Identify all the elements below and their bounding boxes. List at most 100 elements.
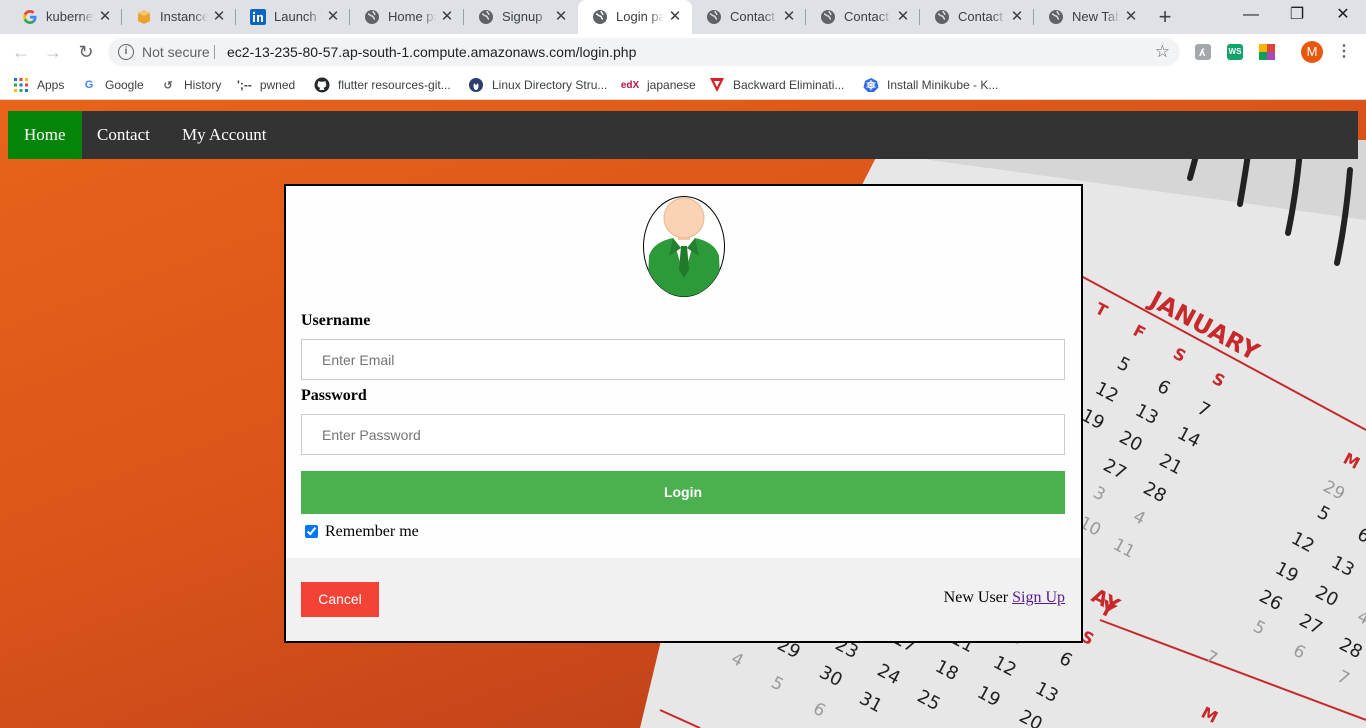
restore-icon[interactable]: ❐ bbox=[1274, 0, 1320, 30]
tab-title: Login pa bbox=[616, 9, 664, 24]
edx-icon: edX bbox=[620, 79, 640, 91]
close-icon[interactable]: ✕ bbox=[1008, 8, 1026, 26]
close-icon[interactable]: ✕ bbox=[96, 8, 114, 26]
pwned-icon: ';-- bbox=[237, 78, 252, 92]
profile-avatar[interactable]: M bbox=[1301, 41, 1323, 63]
bookmarks-bar: Apps G Google ↺ History ';-- pwned flutt… bbox=[0, 70, 1366, 100]
username-label: Username bbox=[301, 312, 371, 329]
close-icon[interactable]: ✕ bbox=[666, 8, 684, 26]
close-icon[interactable]: ✕ bbox=[438, 8, 456, 26]
reload-icon[interactable]: ↻ bbox=[74, 40, 98, 64]
bookmark-label: Linux Directory Stru... bbox=[492, 78, 608, 92]
webstorm-extension-icon[interactable]: WS bbox=[1227, 44, 1243, 60]
sign-up-link[interactable]: Sign Up bbox=[1012, 589, 1065, 606]
tab-title: Contact bbox=[844, 9, 889, 24]
tab-title: New Tab bbox=[1072, 9, 1120, 24]
globe-icon bbox=[478, 9, 494, 25]
tab-title: Signup bbox=[502, 9, 543, 24]
svg-text:ʎ: ʎ bbox=[1199, 48, 1206, 59]
user-avatar-icon bbox=[643, 196, 725, 297]
bookmark-google[interactable]: G Google bbox=[81, 76, 144, 94]
browser-tab[interactable]: Contact ✕ bbox=[692, 0, 806, 34]
back-arrow-icon[interactable]: ← bbox=[9, 40, 33, 64]
bookmark-backward-elimination[interactable]: Backward Eliminati... bbox=[709, 76, 844, 94]
login-modal: Username Password Login Remember me Canc… bbox=[284, 184, 1083, 643]
bookmark-apps[interactable]: Apps bbox=[13, 76, 64, 94]
close-icon[interactable]: ✕ bbox=[324, 8, 342, 26]
bookmark-japanese[interactable]: edX japanese bbox=[621, 76, 696, 94]
top-navigation-bar: Home Contact My Account bbox=[8, 111, 1358, 159]
globe-icon bbox=[1048, 9, 1064, 25]
url-text[interactable]: ec2-13-235-80-57.ap-south-1.compute.amaz… bbox=[227, 43, 636, 61]
tab-title: Contact bbox=[730, 9, 775, 24]
extension-icon[interactable]: ʎ bbox=[1195, 44, 1211, 60]
linkedin-icon bbox=[250, 9, 266, 25]
google-icon: G bbox=[84, 79, 94, 91]
cancel-button[interactable]: Cancel bbox=[301, 582, 379, 617]
close-icon[interactable]: ✕ bbox=[1122, 8, 1140, 26]
address-bar[interactable]: i Not secure ec2-13-235-80-57.ap-south-1… bbox=[108, 38, 1180, 66]
apps-grid-icon bbox=[13, 77, 29, 93]
browser-tab[interactable]: Contact ✕ bbox=[806, 0, 920, 34]
globe-icon bbox=[592, 9, 608, 25]
browser-tab[interactable]: New Tab ✕ bbox=[1034, 0, 1148, 34]
color-palette-extension-icon[interactable] bbox=[1259, 44, 1275, 60]
security-status[interactable]: Not secure bbox=[142, 43, 210, 61]
browser-tab[interactable]: Launch W ✕ bbox=[236, 0, 350, 34]
bookmark-label: flutter resources-git... bbox=[338, 78, 451, 92]
nav-contact-link[interactable]: Contact bbox=[81, 111, 166, 159]
tab-title: Instances bbox=[160, 9, 208, 24]
github-icon bbox=[314, 77, 330, 93]
remember-me-checkbox[interactable] bbox=[305, 525, 318, 538]
tab-title: Contact bbox=[958, 9, 1003, 24]
separator bbox=[214, 45, 215, 59]
bookmark-flutter[interactable]: flutter resources-git... bbox=[314, 76, 451, 94]
extension-label: WS bbox=[1228, 47, 1242, 56]
browser-toolbar: ← → ↻ i Not secure ec2-13-235-80-57.ap-s… bbox=[0, 34, 1366, 70]
browser-tab-strip: kubernetes ✕ Instances ✕ Launch W ✕ Home… bbox=[0, 0, 1366, 34]
bookmark-minikube[interactable]: Install Minikube - K... bbox=[863, 76, 998, 94]
bookmark-label: Install Minikube - K... bbox=[887, 78, 999, 92]
browser-tab[interactable]: kubernetes ✕ bbox=[8, 0, 122, 34]
browser-tab[interactable]: Home pa ✕ bbox=[350, 0, 464, 34]
bookmark-label: pwned bbox=[259, 78, 296, 92]
bookmark-label: History bbox=[184, 78, 222, 92]
tab-title: Launch W bbox=[274, 9, 322, 24]
bookmark-star-icon[interactable]: ☆ bbox=[1155, 41, 1170, 63]
info-icon[interactable]: i bbox=[118, 44, 134, 60]
bookmark-linux[interactable]: Linux Directory Stru... bbox=[468, 76, 607, 94]
remember-me-label: Remember me bbox=[325, 523, 419, 540]
bookmark-history[interactable]: ↺ History bbox=[160, 76, 221, 94]
nav-my-account-link[interactable]: My Account bbox=[166, 111, 283, 159]
kubernetes-icon bbox=[863, 77, 879, 93]
globe-icon bbox=[364, 9, 380, 25]
bookmark-pwned[interactable]: ';-- pwned bbox=[237, 76, 295, 94]
close-icon[interactable]: ✕ bbox=[210, 8, 228, 26]
bookmark-label: Apps bbox=[37, 78, 65, 92]
bookmark-label: japanese bbox=[647, 78, 696, 92]
modal-footer: Cancel New User Sign Up bbox=[286, 558, 1081, 641]
history-icon: ↺ bbox=[163, 79, 173, 92]
window-close-icon[interactable]: ✕ bbox=[1320, 0, 1366, 30]
new-user-prompt: New User Sign Up bbox=[944, 589, 1065, 607]
password-input[interactable] bbox=[301, 414, 1065, 455]
nav-home-link[interactable]: Home bbox=[8, 111, 82, 159]
tab-title: Home pa bbox=[388, 9, 436, 24]
login-button[interactable]: Login bbox=[301, 471, 1065, 514]
browser-tab-active[interactable]: Login pa ✕ bbox=[578, 0, 692, 34]
forward-arrow-icon[interactable]: → bbox=[41, 40, 65, 64]
minimize-icon[interactable]: — bbox=[1228, 0, 1274, 30]
new-user-text: New User bbox=[943, 589, 1009, 606]
new-tab-plus-icon[interactable]: + bbox=[1153, 5, 1177, 29]
browser-tab[interactable]: Signup ✕ bbox=[464, 0, 578, 34]
aws-icon bbox=[136, 9, 152, 25]
more-menu-icon[interactable]: ⋮ bbox=[1336, 40, 1352, 64]
close-icon[interactable]: ✕ bbox=[552, 8, 570, 26]
close-icon[interactable]: ✕ bbox=[894, 8, 912, 26]
globe-icon bbox=[706, 9, 722, 25]
browser-tab[interactable]: Contact ✕ bbox=[920, 0, 1034, 34]
username-input[interactable] bbox=[301, 339, 1065, 380]
browser-tab[interactable]: Instances ✕ bbox=[122, 0, 236, 34]
bookmark-label: Google bbox=[105, 78, 144, 92]
close-icon[interactable]: ✕ bbox=[780, 8, 798, 26]
